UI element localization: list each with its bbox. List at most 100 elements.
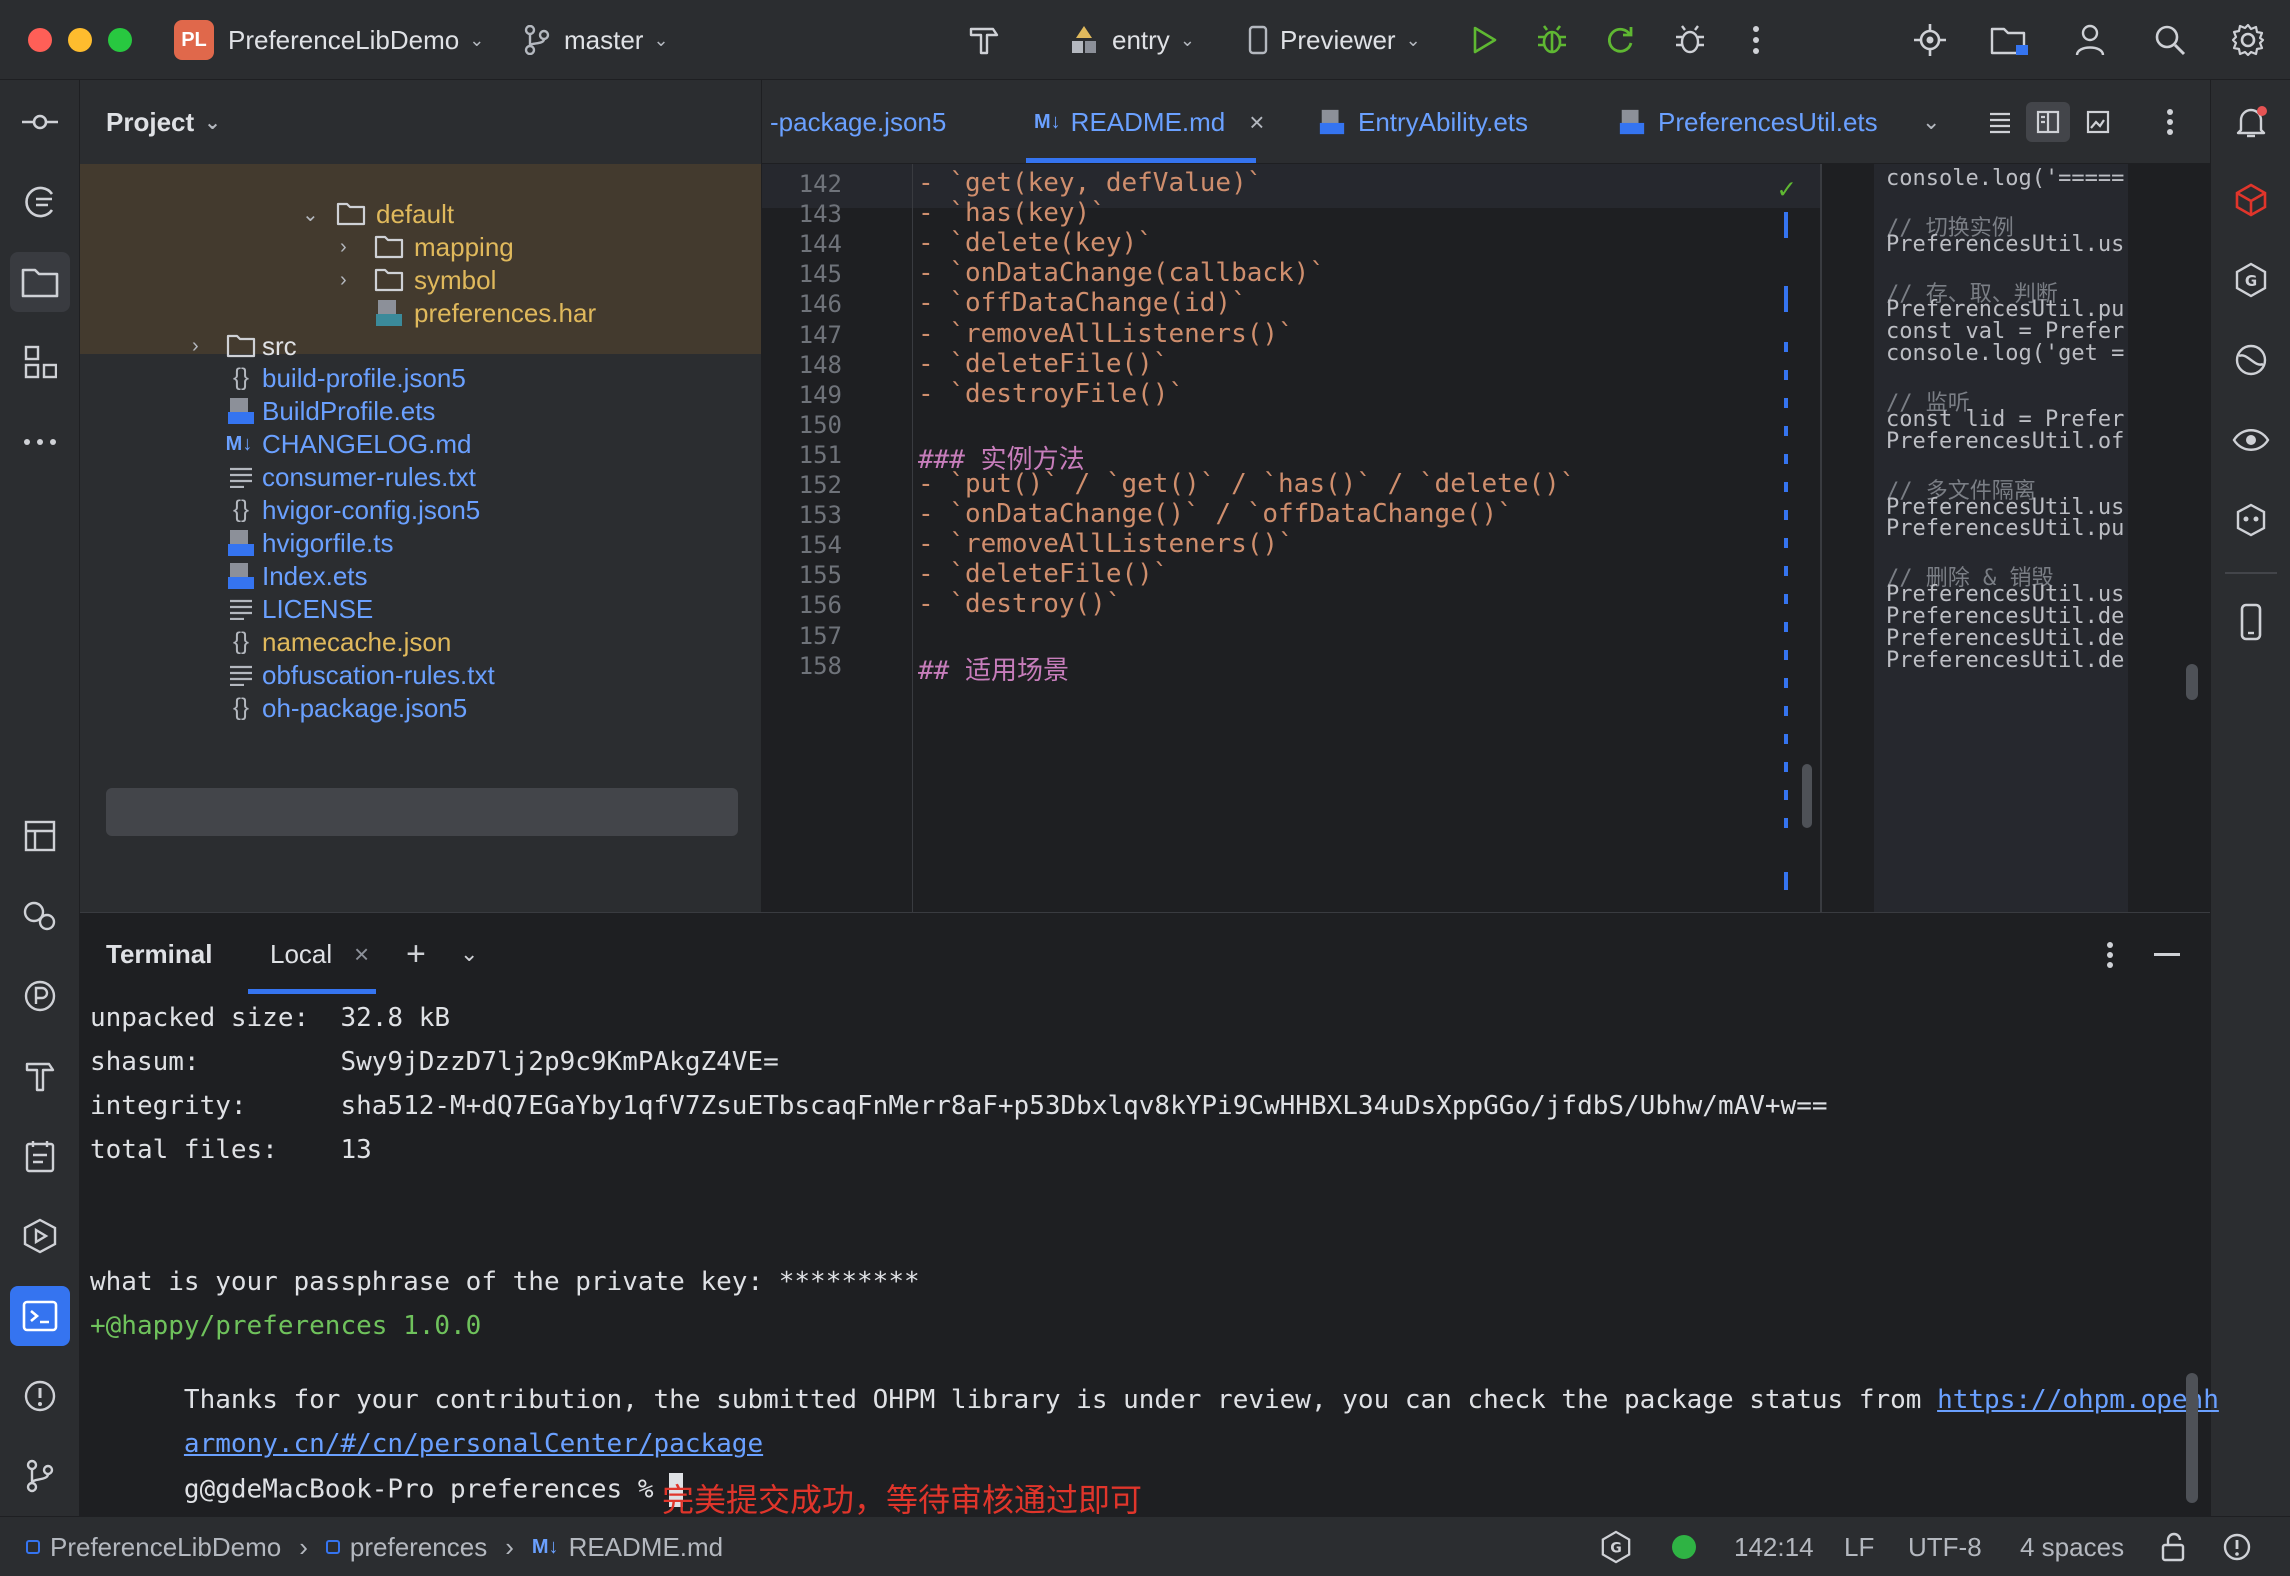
new-terminal-plus-icon[interactable]: + <box>406 935 426 974</box>
device-selector[interactable]: Previewer ⌄ <box>1248 0 1421 80</box>
project-folder-icon[interactable] <box>10 252 70 312</box>
code-linter-icon[interactable] <box>10 172 70 232</box>
warning-circle-icon[interactable] <box>2222 1517 2252 1576</box>
project-selector[interactable]: PL PreferenceLibDemo ⌄ <box>174 0 484 80</box>
breadcrumb-item[interactable]: PreferenceLibDemo <box>50 1532 281 1563</box>
title-bar: PL PreferenceLibDemo ⌄ master ⌄ entry ⌄ … <box>0 0 2290 80</box>
minimize-window-button[interactable] <box>68 28 92 52</box>
attach-debugger-icon[interactable] <box>1670 20 1710 60</box>
code-line: - `destroyFile()` <box>918 378 1185 409</box>
build-icon[interactable] <box>10 1046 70 1106</box>
gradle-g-icon[interactable]: G <box>2221 250 2281 310</box>
active-tab-indicator <box>1026 158 1256 163</box>
branch-selector[interactable]: master ⌄ <box>524 0 669 80</box>
tree-row-oh-package-json5[interactable]: {} oh-package.json5 <box>80 684 761 732</box>
terminal-tab-local[interactable]: Local <box>270 939 332 970</box>
terminal-icon[interactable] <box>10 1286 70 1346</box>
project-panel-header[interactable]: Project ⌄ <box>80 80 761 164</box>
preview-only-view-icon[interactable] <box>2086 80 2110 164</box>
run-icon[interactable] <box>1464 20 1504 60</box>
minimize-panel-icon[interactable] <box>2154 953 2180 956</box>
tab-readme-md[interactable]: M↓ README.md × <box>1034 80 1264 164</box>
inspection-ok-icon[interactable]: ✓ <box>1778 172 1795 205</box>
more-vertical-icon[interactable] <box>2166 80 2174 164</box>
structure-icon[interactable] <box>10 332 70 392</box>
tab-preferencesutil-ets[interactable]: PreferencesUtil.ets <box>1618 80 1878 164</box>
svg-text:G: G <box>1610 1541 1622 1557</box>
preview-eye-icon[interactable] <box>2221 410 2281 470</box>
line-separator[interactable]: LF <box>1844 1517 1874 1576</box>
version-control-icon[interactable] <box>10 1446 70 1506</box>
apply-changes-icon[interactable] <box>1600 20 1640 60</box>
layout-table-icon[interactable] <box>10 806 70 866</box>
settings-gear-icon[interactable] <box>2228 20 2268 60</box>
search-icon[interactable] <box>2150 20 2190 60</box>
module-icon <box>1068 24 1100 56</box>
code-line: - `put()` / `get()` / `has()` / `delete(… <box>918 469 1576 499</box>
preview-code-line: console.log('get = <box>1886 341 2125 367</box>
branch-name: master <box>564 24 644 55</box>
todo-icon[interactable] <box>10 1126 70 1186</box>
device-phone-icon[interactable] <box>2221 592 2281 652</box>
markdown-preview[interactable]: console.log('=====// 切换实例 PreferencesUtil… <box>1874 164 2128 912</box>
status-indicator-dot[interactable] <box>1672 1517 1696 1576</box>
file-encoding[interactable]: UTF-8 <box>1908 1517 1982 1576</box>
package-status-link[interactable]: https://ohpm.openh <box>1937 1385 2219 1415</box>
harmony-cube-icon[interactable] <box>2221 170 2281 230</box>
close-terminal-tab-icon[interactable]: × <box>354 939 369 970</box>
line-number: 143 <box>798 200 842 229</box>
ai-assistant-icon[interactable] <box>2221 490 2281 550</box>
app-inspector-icon[interactable] <box>2221 330 2281 390</box>
chevron-down-icon: ⌄ <box>469 29 485 50</box>
terminal-options-chevron-icon[interactable]: ⌄ <box>460 941 478 967</box>
preview-scrollbar[interactable] <box>2186 664 2198 700</box>
split-view-icon[interactable] <box>2036 80 2060 164</box>
code-line: - `onDataChange()` / `offDataChange()` <box>918 499 1513 530</box>
code-line: - `delete(key)` <box>918 228 1153 259</box>
more-horizontal-icon[interactable] <box>10 412 70 472</box>
terminal-scrollbar[interactable] <box>2186 1373 2198 1503</box>
ets-file-icon <box>1618 108 1646 136</box>
unlock-icon[interactable] <box>2160 1517 2186 1576</box>
gradle-status-icon[interactable]: G <box>1600 1517 1632 1576</box>
account-icon[interactable] <box>2070 20 2110 60</box>
close-window-button[interactable] <box>28 28 52 52</box>
commit-icon[interactable] <box>10 92 70 152</box>
chevron-right-icon: › <box>505 1531 514 1562</box>
project-name: PreferenceLibDemo <box>228 24 460 55</box>
run-config-selector[interactable]: entry ⌄ <box>1068 0 1195 80</box>
more-vertical-icon[interactable] <box>1736 20 1776 60</box>
breadcrumb-item[interactable]: README.md <box>569 1532 724 1563</box>
debug-icon[interactable] <box>1532 20 1572 60</box>
tabs-overflow-chevron-icon[interactable]: ⌄ <box>1922 80 1940 164</box>
line-number: 154 <box>798 531 842 560</box>
code-line: - `has(key)` <box>918 198 1106 229</box>
profiler-icon[interactable] <box>10 966 70 1026</box>
problems-icon[interactable] <box>10 1366 70 1426</box>
run-panel-icon[interactable] <box>10 1206 70 1266</box>
markdown-editor[interactable]: ✓ 142 - `get(key, defValue)` 143 - `has(key… <box>762 164 1822 912</box>
indent-setting[interactable]: 4 spaces <box>2020 1517 2124 1576</box>
editor-tab-bar: -package.json5 M↓ README.md × EntryAbili… <box>762 80 2210 164</box>
terminal-title: Terminal <box>106 938 213 969</box>
services-icon[interactable] <box>10 886 70 946</box>
code-line: - `deleteFile()` <box>918 559 1169 590</box>
build-hammer-icon[interactable] <box>964 20 1004 60</box>
editor-scrollbar[interactable] <box>1802 764 1812 828</box>
device-manager-icon[interactable] <box>1910 20 1950 60</box>
ets-file-icon <box>1318 108 1346 136</box>
more-vertical-icon[interactable] <box>2106 941 2114 974</box>
notifications-bell-icon[interactable] <box>2221 92 2281 152</box>
maximize-window-button[interactable] <box>108 28 132 52</box>
tab-oh-package-json5[interactable]: -package.json5 <box>770 80 946 164</box>
tab-entryability-ets[interactable]: EntryAbility.ets <box>1318 80 1528 164</box>
close-tab-icon[interactable]: × <box>1249 107 1264 138</box>
line-number: 149 <box>798 380 842 409</box>
caret-position[interactable]: 142:14 <box>1734 1517 1814 1576</box>
run-config-name: entry <box>1112 24 1170 55</box>
chevron-down-icon: ⌄ <box>204 111 221 134</box>
folder-search-icon[interactable] <box>1990 20 2030 60</box>
line-number: 146 <box>798 290 842 319</box>
editor-only-view-icon[interactable] <box>1988 80 2012 164</box>
breadcrumb-item[interactable]: preferences <box>350 1532 487 1563</box>
